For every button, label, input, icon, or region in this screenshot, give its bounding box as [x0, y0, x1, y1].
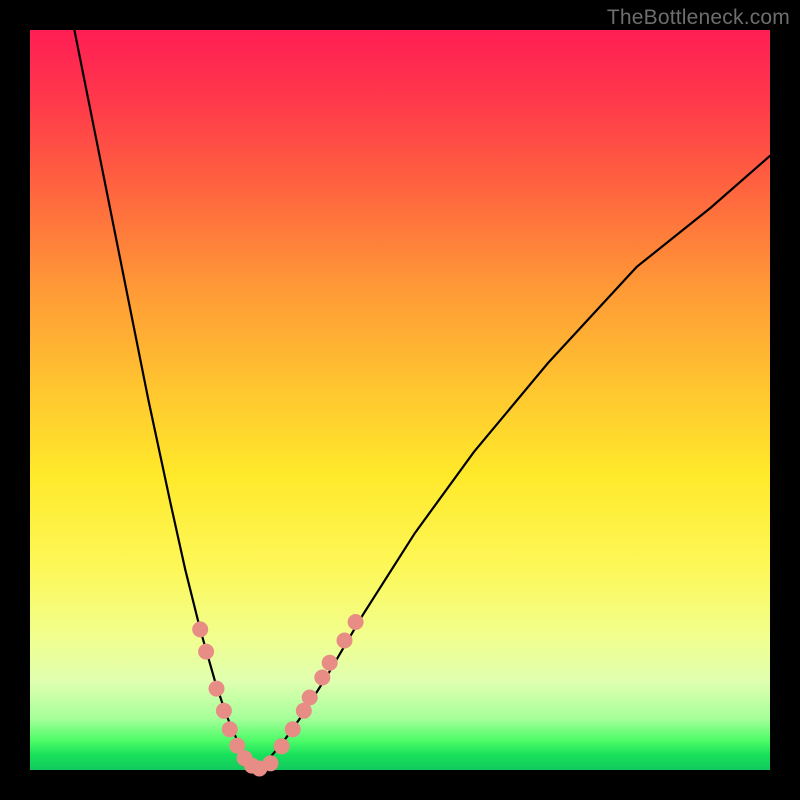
- plot-area: [30, 30, 770, 770]
- marker-point: [209, 681, 225, 697]
- marker-point: [263, 755, 279, 771]
- marker-layer: [192, 614, 363, 777]
- marker-point: [337, 633, 353, 649]
- marker-point: [322, 655, 338, 671]
- marker-point: [216, 703, 232, 719]
- marker-point: [192, 621, 208, 637]
- marker-point: [348, 614, 364, 630]
- curve-left-branch: [74, 30, 255, 769]
- marker-point: [274, 738, 290, 754]
- chart-svg: [30, 30, 770, 770]
- outer-frame: TheBottleneck.com: [0, 0, 800, 800]
- marker-point: [222, 721, 238, 737]
- marker-point: [314, 670, 330, 686]
- curve-right-branch: [256, 156, 770, 769]
- marker-point: [285, 721, 301, 737]
- curve-layer: [74, 30, 770, 769]
- marker-point: [198, 644, 214, 660]
- credit-watermark: TheBottleneck.com: [607, 6, 790, 30]
- marker-point: [302, 690, 318, 706]
